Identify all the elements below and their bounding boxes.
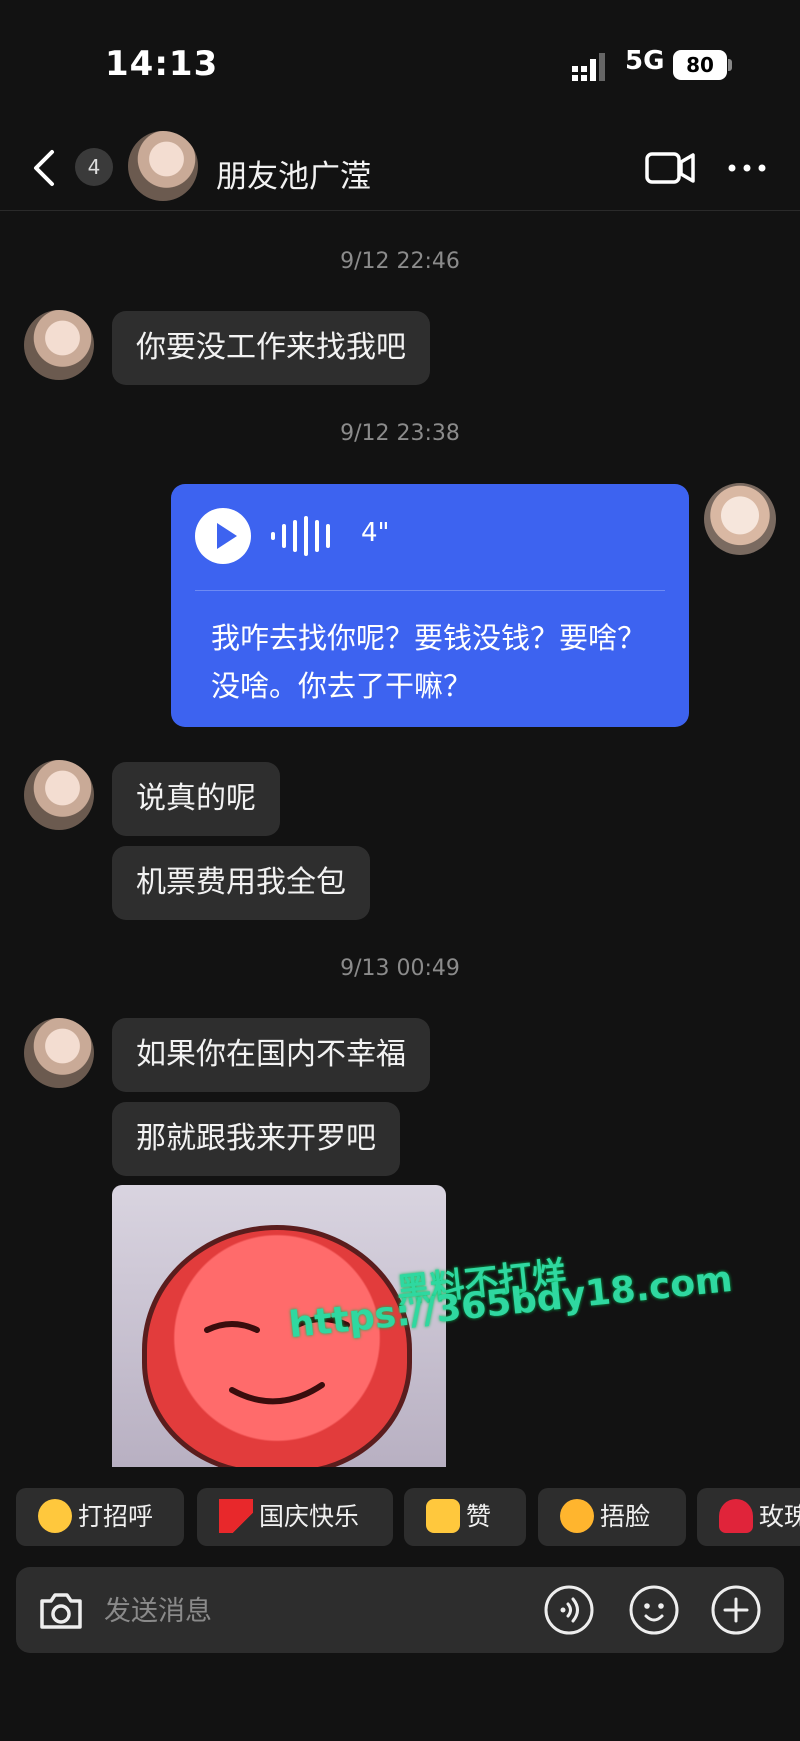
message-composer <box>16 1567 784 1653</box>
quick-reply-chip[interactable]: 赞 <box>404 1488 526 1546</box>
message-bubble[interactable]: 那就跟我来开罗吧 <box>112 1102 400 1176</box>
thumbs-up-icon <box>426 1499 460 1533</box>
sticker-face-features <box>204 1316 350 1405</box>
red-flag-icon <box>219 1499 253 1533</box>
message-bubble[interactable]: 机票费用我全包 <box>112 846 370 920</box>
play-icon[interactable] <box>195 508 251 564</box>
my-avatar[interactable] <box>704 483 776 555</box>
voice-duration: 4" <box>361 518 390 548</box>
contact-name[interactable]: 朋友池广滢 <box>216 151 371 196</box>
quick-reply-chip[interactable]: 捂脸 <box>538 1488 686 1546</box>
red-face-sticker <box>142 1225 412 1467</box>
timestamp: 9/12 23:38 <box>340 421 460 446</box>
quick-reply-chip[interactable]: 国庆快乐 <box>197 1488 393 1546</box>
status-time: 14:13 <box>105 44 219 84</box>
back-chevron-icon[interactable] <box>30 148 60 188</box>
voice-input-icon[interactable] <box>543 1584 595 1636</box>
quick-reply-chip[interactable]: 玫瑰 <box>697 1488 800 1546</box>
sender-avatar[interactable] <box>24 760 94 830</box>
network-type: 5G <box>625 46 665 76</box>
plus-icon[interactable] <box>710 1584 762 1636</box>
camera-icon[interactable] <box>36 1585 86 1635</box>
sender-avatar[interactable] <box>24 1018 94 1088</box>
battery-level: 80 <box>673 50 727 80</box>
voice-message-bubble[interactable]: 4" 我咋去找你呢？要钱没钱？要啥？没啥。你去了干嘛？ <box>171 484 689 727</box>
voice-divider <box>195 590 665 591</box>
sender-avatar[interactable] <box>24 310 94 380</box>
message-bubble[interactable]: 你要没工作来找我吧 <box>112 311 430 385</box>
message-bubble[interactable]: 如果你在国内不幸福 <box>112 1018 430 1092</box>
quick-reply-chip[interactable]: 打招呼 <box>16 1488 184 1546</box>
facepalm-laugh-icon <box>560 1499 594 1533</box>
emoji-icon[interactable] <box>628 1584 680 1636</box>
rose-icon <box>719 1499 753 1533</box>
timestamp: 9/12 22:46 <box>340 249 460 274</box>
audio-waveform-icon <box>271 516 330 556</box>
video-call-icon[interactable] <box>645 150 695 186</box>
waving-face-icon <box>38 1499 72 1533</box>
message-bubble[interactable]: 说真的呢 <box>112 762 280 836</box>
more-options-icon[interactable] <box>727 158 767 178</box>
header-divider <box>0 210 800 211</box>
timestamp: 9/13 00:49 <box>340 956 460 981</box>
contact-avatar[interactable] <box>128 131 198 201</box>
voice-transcript: 我咋去找你呢？要钱没钱？要啥？没啥。你去了干嘛？ <box>211 621 647 703</box>
message-input[interactable] <box>102 1585 486 1637</box>
signal-icon <box>572 53 605 81</box>
unread-badge: 4 <box>75 148 113 186</box>
battery-tip <box>728 59 732 71</box>
